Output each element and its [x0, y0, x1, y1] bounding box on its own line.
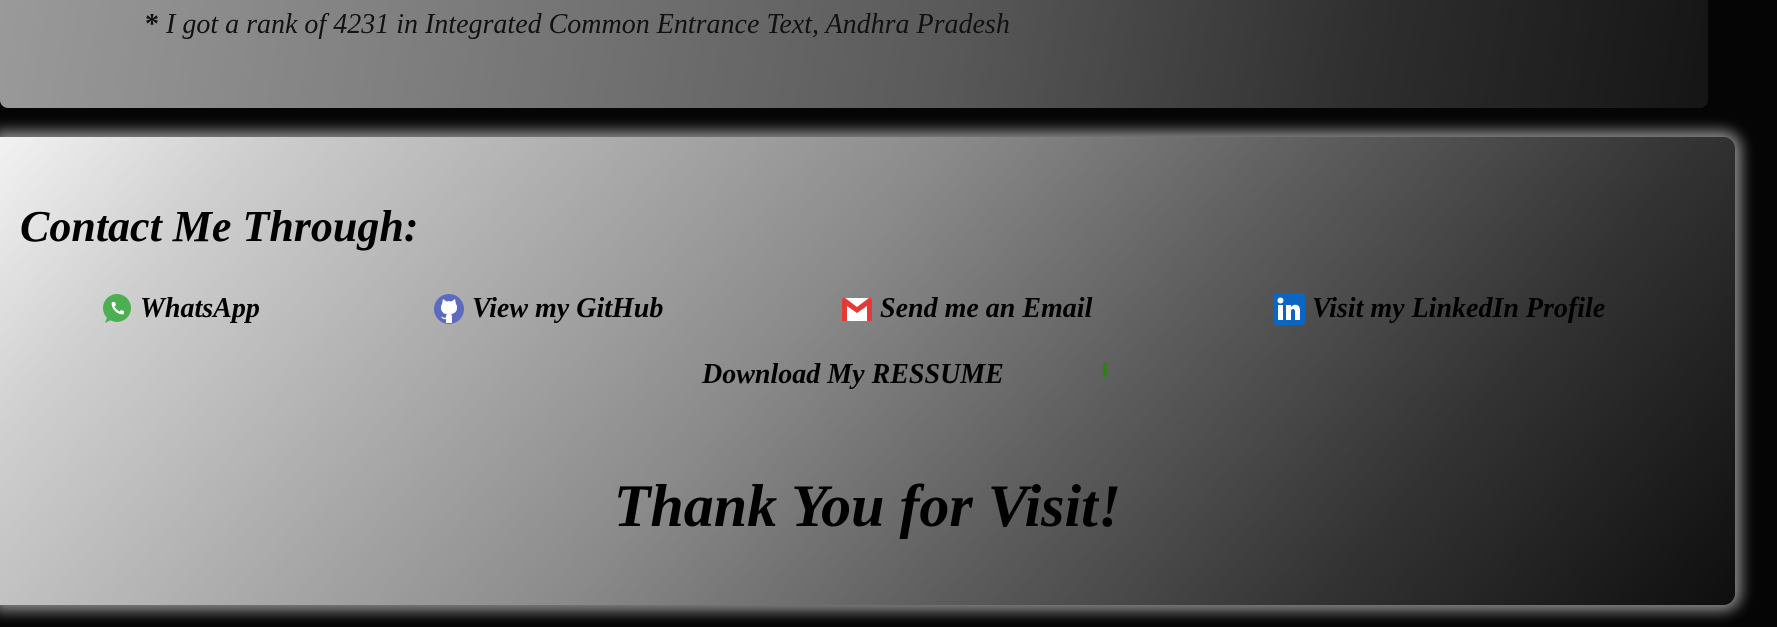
linkedin-icon: [1272, 292, 1306, 326]
thank-you-message: Thank You for Visit!: [613, 473, 1122, 539]
email-link[interactable]: Send me an Email: [840, 292, 1092, 326]
rank-note: * I got a rank of 4231 in Integrated Com…: [145, 9, 1010, 41]
whatsapp-icon: [100, 292, 134, 326]
linkedin-link[interactable]: Visit my LinkedIn Profile: [1272, 292, 1605, 326]
resume-indicator: [1103, 363, 1107, 377]
contact-heading: Contact Me Through:: [20, 202, 419, 251]
gmail-icon: [840, 292, 874, 326]
download-resume-link[interactable]: Download My RESSUME: [702, 359, 1004, 391]
github-link[interactable]: View my GitHub: [432, 292, 663, 326]
whatsapp-label: WhatsApp: [140, 293, 260, 324]
rank-note-star: *: [145, 9, 159, 40]
rank-note-text: I got a rank of 4231 in Integrated Commo…: [166, 9, 1010, 40]
page: * I got a rank of 4231 in Integrated Com…: [0, 0, 1777, 627]
github-icon: [432, 292, 466, 326]
linkedin-label: Visit my LinkedIn Profile: [1312, 293, 1606, 324]
whatsapp-link[interactable]: WhatsApp: [100, 292, 260, 326]
email-label: Send me an Email: [880, 293, 1093, 324]
contact-section: Contact Me Through: WhatsApp View my Git…: [0, 137, 1735, 605]
education-section: * I got a rank of 4231 in Integrated Com…: [0, 0, 1708, 108]
github-label: View my GitHub: [472, 293, 664, 324]
